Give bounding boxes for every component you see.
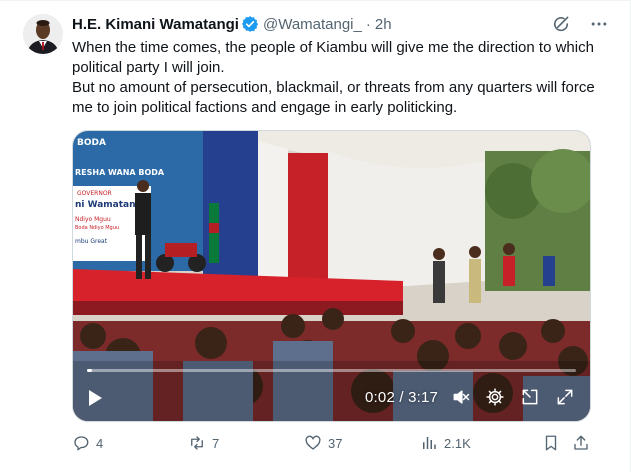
views-button[interactable]: 2.1K (420, 432, 471, 454)
separator-dot: · (365, 15, 371, 33)
views-icon (423, 437, 436, 449)
author-handle[interactable]: @Wamatangi_ (263, 16, 362, 33)
banner-text: RESHA WANA BODA (75, 168, 165, 177)
tweet-header: H.E. Kimani Wamatangi @Wamatangi_ · 2h (72, 14, 392, 34)
settings-icon[interactable] (485, 387, 505, 407)
video-time: 0:02 / 3:17 (365, 389, 439, 406)
views-count: 2.1K (444, 435, 471, 451)
share-button[interactable] (572, 432, 596, 454)
more-icon[interactable] (589, 14, 609, 34)
video-progress-bar[interactable] (87, 369, 576, 372)
grok-icon[interactable] (551, 14, 571, 34)
mute-icon[interactable] (451, 387, 471, 407)
fullscreen-icon[interactable] (555, 387, 575, 407)
banner-text: Ndiyo Mguu (75, 216, 111, 223)
banner-text: Boda Ndiyo Mguu (75, 225, 119, 231)
banner-text: ni Wamatang (75, 200, 142, 210)
reply-icon (74, 436, 89, 451)
like-button[interactable]: 37 (304, 432, 342, 454)
avatar[interactable] (23, 14, 63, 54)
video-player[interactable]: BODA RESHA WANA BODA GOVERNOR ni Wamatan… (72, 130, 591, 422)
verified-badge-icon (241, 15, 259, 33)
banner-text: mbu Great (75, 238, 108, 245)
header-actions (551, 14, 609, 34)
like-count: 37 (328, 435, 343, 451)
tweet-text: When the time comes, the people of Kiamb… (72, 38, 612, 118)
video-frame: BODA RESHA WANA BODA GOVERNOR ni Wamatan… (73, 131, 590, 421)
banner-text: GOVERNOR (77, 190, 112, 197)
picture-in-picture-icon[interactable] (520, 387, 540, 407)
reply-button[interactable]: 4 (72, 432, 103, 454)
repost-button[interactable]: 7 (188, 432, 219, 454)
like-icon (305, 435, 321, 450)
share-icon (574, 435, 588, 450)
tweet-card[interactable]: H.E. Kimani Wamatangi @Wamatangi_ · 2h W… (0, 0, 631, 472)
tweet-actions: 4 7 37 2.1K (72, 432, 592, 454)
bookmark-icon (545, 435, 557, 451)
reply-count: 4 (96, 435, 104, 451)
timestamp[interactable]: 2h (375, 16, 392, 33)
banner-text: BODA (77, 138, 106, 148)
play-icon[interactable] (87, 389, 103, 407)
bookmark-button[interactable] (542, 432, 566, 454)
video-progress-fill (87, 369, 92, 372)
tweet-text-line: When the time comes, the people of Kiamb… (72, 39, 594, 76)
repost-icon (191, 436, 203, 450)
tweet-text-line: But no amount of persecution, blackmail,… (72, 79, 595, 116)
repost-count: 7 (212, 435, 220, 451)
top-divider (0, 0, 631, 1)
author-name[interactable]: H.E. Kimani Wamatangi (72, 16, 239, 33)
